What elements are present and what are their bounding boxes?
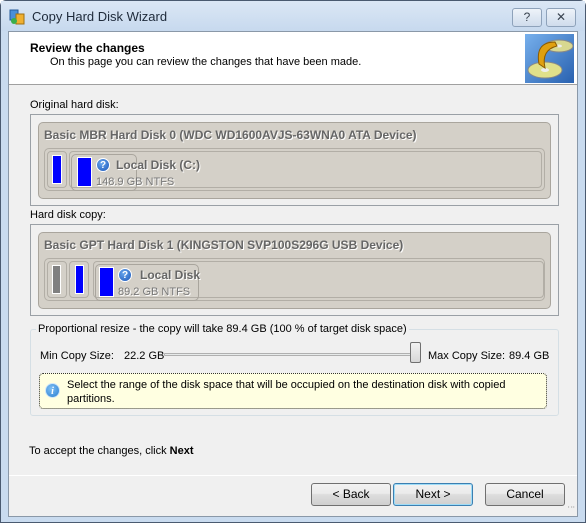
original-disk[interactable]: Basic MBR Hard Disk 0 (WDC WD1600AVJS-63… — [38, 122, 551, 199]
resize-group: Proportional resize - the copy will take… — [30, 323, 559, 416]
app-icon — [9, 9, 25, 25]
min-copy-size-value: 22.2 GB — [124, 350, 165, 362]
copy-disk-label: Hard disk copy: — [30, 209, 106, 221]
back-button[interactable]: < Back — [311, 483, 391, 506]
accept-next-word: Next — [169, 445, 194, 457]
copy-disk[interactable]: Basic GPT Hard Disk 1 (KINGSTON SVP100S2… — [38, 232, 551, 309]
partition-size: 148.9 GB NTFS — [96, 176, 175, 188]
accept-prefix: To accept the changes, click — [29, 445, 170, 457]
copy-partition-local[interactable]: ? Local Disk 89.2 GB NTFS — [95, 264, 201, 301]
original-partition-container: ? Local Disk (C:) 148.9 GB NTFS — [69, 151, 542, 191]
wizard-content: Review the changes On this page you can … — [8, 31, 578, 517]
partition-usage-bar — [99, 267, 114, 297]
original-partition-area: ? Local Disk (C:) 148.9 GB NTFS — [44, 148, 545, 191]
question-icon: ? — [96, 158, 110, 172]
wizard-window: Copy Hard Disk Wizard ? ✕ Review the cha… — [0, 0, 586, 523]
partition-usage-bar — [52, 155, 62, 184]
copy-partition-container: ? Local Disk 89.2 GB NTFS — [93, 261, 544, 301]
partition-usage-bar — [77, 157, 92, 187]
copy-system-partition[interactable] — [69, 261, 89, 298]
original-disk-title: Basic MBR Hard Disk 0 (WDC WD1600AVJS-63… — [44, 128, 417, 142]
partition-name: Local Disk (C:) — [116, 158, 201, 172]
copy-size-slider-thumb[interactable] — [410, 342, 421, 363]
partition-usage-bar — [52, 265, 61, 294]
disk-copy-icon — [525, 34, 574, 83]
page-title: Review the changes — [30, 41, 145, 55]
cancel-button[interactable]: Cancel — [485, 483, 565, 506]
resize-grip[interactable]: ⠠⠤ — [565, 503, 575, 514]
close-icon: ✕ — [555, 10, 567, 24]
copy-disk-panel: Basic GPT Hard Disk 1 (KINGSTON SVP100S2… — [30, 224, 559, 316]
max-copy-size-label: Max Copy Size: — [428, 350, 506, 362]
info-tooltip: i Select the range of the disk space tha… — [39, 373, 547, 409]
resize-legend: Proportional resize - the copy will take… — [36, 323, 409, 335]
partition-usage-bar — [75, 265, 84, 294]
title-bar: Copy Hard Disk Wizard ? ✕ — [1, 1, 585, 31]
page-subtitle: On this page you can review the changes … — [50, 56, 362, 68]
question-icon: ? — [118, 268, 132, 282]
next-button[interactable]: Next > — [393, 483, 473, 506]
partition-name: Local Disk — [140, 268, 201, 282]
close-button[interactable]: ✕ — [546, 8, 576, 27]
info-text: Select the range of the disk space that … — [67, 379, 506, 405]
original-partition-c[interactable]: ? Local Disk (C:) 148.9 GB NTFS — [71, 154, 200, 191]
footer-divider — [9, 475, 577, 476]
help-icon: ? — [523, 10, 531, 24]
wizard-header: Review the changes On this page you can … — [9, 32, 577, 85]
copy-disk-title: Basic GPT Hard Disk 1 (KINGSTON SVP100S2… — [44, 238, 404, 252]
window-title: Copy Hard Disk Wizard — [32, 9, 168, 24]
min-copy-size-label: Min Copy Size: — [40, 350, 114, 362]
copy-size-slider[interactable] — [164, 353, 417, 356]
help-button[interactable]: ? — [512, 8, 542, 27]
original-disk-label: Original hard disk: — [30, 99, 119, 111]
original-system-partition[interactable] — [47, 151, 67, 188]
original-disk-panel: Basic MBR Hard Disk 0 (WDC WD1600AVJS-63… — [30, 114, 559, 206]
info-icon: i — [45, 383, 60, 398]
accept-instruction: To accept the changes, click Next — [29, 445, 193, 457]
copy-unknown-partition[interactable] — [47, 261, 67, 298]
max-copy-size-value: 89.4 GB — [509, 350, 550, 362]
partition-size: 89.2 GB NTFS — [118, 286, 191, 298]
copy-partition-area: ? Local Disk 89.2 GB NTFS — [44, 258, 545, 301]
